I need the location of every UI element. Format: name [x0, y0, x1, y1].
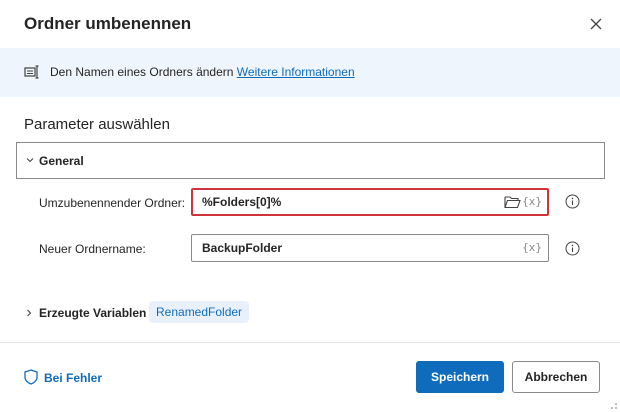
folder-to-rename-input[interactable]: %Folders[0]% {x} [191, 188, 549, 216]
general-group-label: General [39, 154, 84, 168]
more-info-link[interactable]: Weitere Informationen [237, 65, 355, 79]
chevron-down-icon [26, 158, 34, 163]
chevron-right-icon[interactable] [24, 308, 34, 318]
shield-icon [24, 369, 38, 385]
new-folder-name-input[interactable]: BackupFolder {x} [191, 234, 549, 262]
info-circle-icon[interactable] [565, 241, 580, 256]
variable-picker-icon[interactable]: {x} [522, 241, 542, 254]
info-circle-icon[interactable] [565, 194, 580, 209]
new-folder-name-value: BackupFolder [202, 241, 283, 255]
folder-to-rename-label: Umzubenennender Ordner: [39, 196, 186, 210]
footer-divider [0, 342, 620, 343]
cancel-button[interactable]: Abbrechen [512, 361, 600, 393]
folder-to-rename-value: %Folders[0]% [202, 195, 282, 209]
close-button[interactable] [586, 14, 606, 34]
dialog-title: Ordner umbenennen [24, 14, 192, 33]
new-folder-name-label: Neuer Ordnername: [39, 242, 146, 256]
folder-open-icon[interactable] [504, 195, 521, 209]
general-group-header[interactable]: General [16, 142, 605, 179]
info-banner: Den Namen eines Ordners ändern Weitere I… [0, 48, 620, 97]
variable-picker-icon[interactable]: {x} [522, 195, 542, 208]
rename-folder-dialog: Ordner umbenennen Den Namen eines Ordner… [0, 0, 620, 412]
info-description: Den Namen eines Ordners ändern [50, 65, 234, 79]
action-info-icon [24, 65, 39, 79]
produced-variables-label[interactable]: Erzeugte Variablen [39, 306, 146, 320]
close-icon [590, 18, 602, 30]
save-button[interactable]: Speichern [416, 361, 504, 393]
resize-grip-icon[interactable] [606, 398, 618, 410]
info-text: Den Namen eines Ordners ändern Weitere I… [50, 65, 355, 79]
variable-badge[interactable]: RenamedFolder [149, 301, 250, 323]
section-title: Parameter auswählen [24, 116, 170, 133]
on-error-label: Bei Fehler [44, 371, 103, 385]
